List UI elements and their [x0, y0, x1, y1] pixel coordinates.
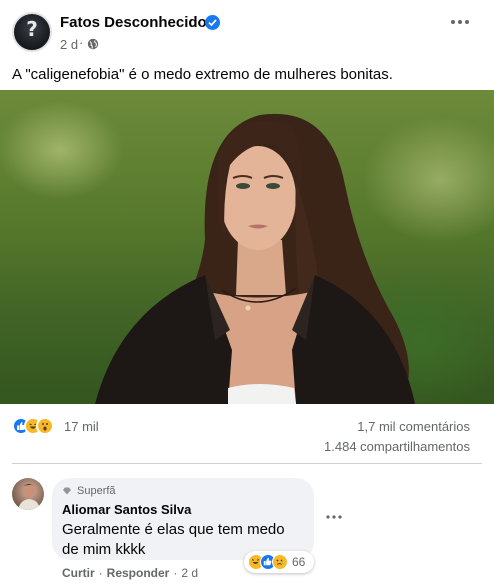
comment-more-options-icon[interactable] — [324, 511, 344, 523]
post-header: ? Fatos Desconhecidos 2 d · — [0, 0, 494, 60]
shares-count-link[interactable]: 1.484 compartilhamentos — [324, 439, 470, 454]
wow-icon — [36, 417, 54, 435]
comments-count-link[interactable]: 1,7 mil comentários — [357, 419, 470, 434]
comment-author-link[interactable]: Aliomar Santos Silva — [62, 502, 191, 517]
dot-separator: · — [79, 35, 84, 50]
post-timestamp[interactable]: 2 d — [60, 37, 78, 52]
comment-reaction-count: 66 — [292, 555, 306, 569]
comment-bubble: Superfã Aliomar Santos Silva Geralmente … — [52, 478, 314, 560]
top-fan-badge: Superfã — [62, 485, 116, 497]
comment-like-button[interactable]: Curtir — [62, 566, 95, 580]
reaction-count[interactable]: 17 mil — [64, 419, 99, 434]
commenter-avatar[interactable] — [12, 478, 44, 510]
comment-actions: Curtir · Responder · 2 d — [62, 566, 198, 580]
top-fan-label: Superfã — [77, 485, 116, 497]
page-avatar[interactable]: ? — [12, 12, 52, 52]
more-options-icon[interactable] — [448, 14, 472, 30]
post-photo[interactable] — [0, 90, 494, 404]
dot-separator: · — [173, 566, 178, 580]
comment-reactions[interactable]: 66 — [244, 551, 314, 573]
photo-woman-portrait — [95, 113, 415, 404]
page-name-link[interactable]: Fatos Desconhecidos — [60, 14, 215, 31]
post-card: ? Fatos Desconhecidos 2 d · A "caligenef… — [0, 0, 494, 587]
question-mark-icon: ? — [26, 17, 38, 41]
globe-icon — [87, 38, 99, 50]
divider — [12, 463, 482, 464]
sad-icon — [272, 554, 288, 570]
post-text: A "caligenefobia" é o medo extremo de mu… — [12, 66, 393, 83]
diamond-icon — [63, 487, 71, 495]
verified-badge-icon — [205, 15, 220, 30]
comment-reply-button[interactable]: Responder — [107, 566, 170, 580]
dot-separator: · — [98, 566, 103, 580]
comment-timestamp[interactable]: 2 d — [181, 566, 198, 580]
